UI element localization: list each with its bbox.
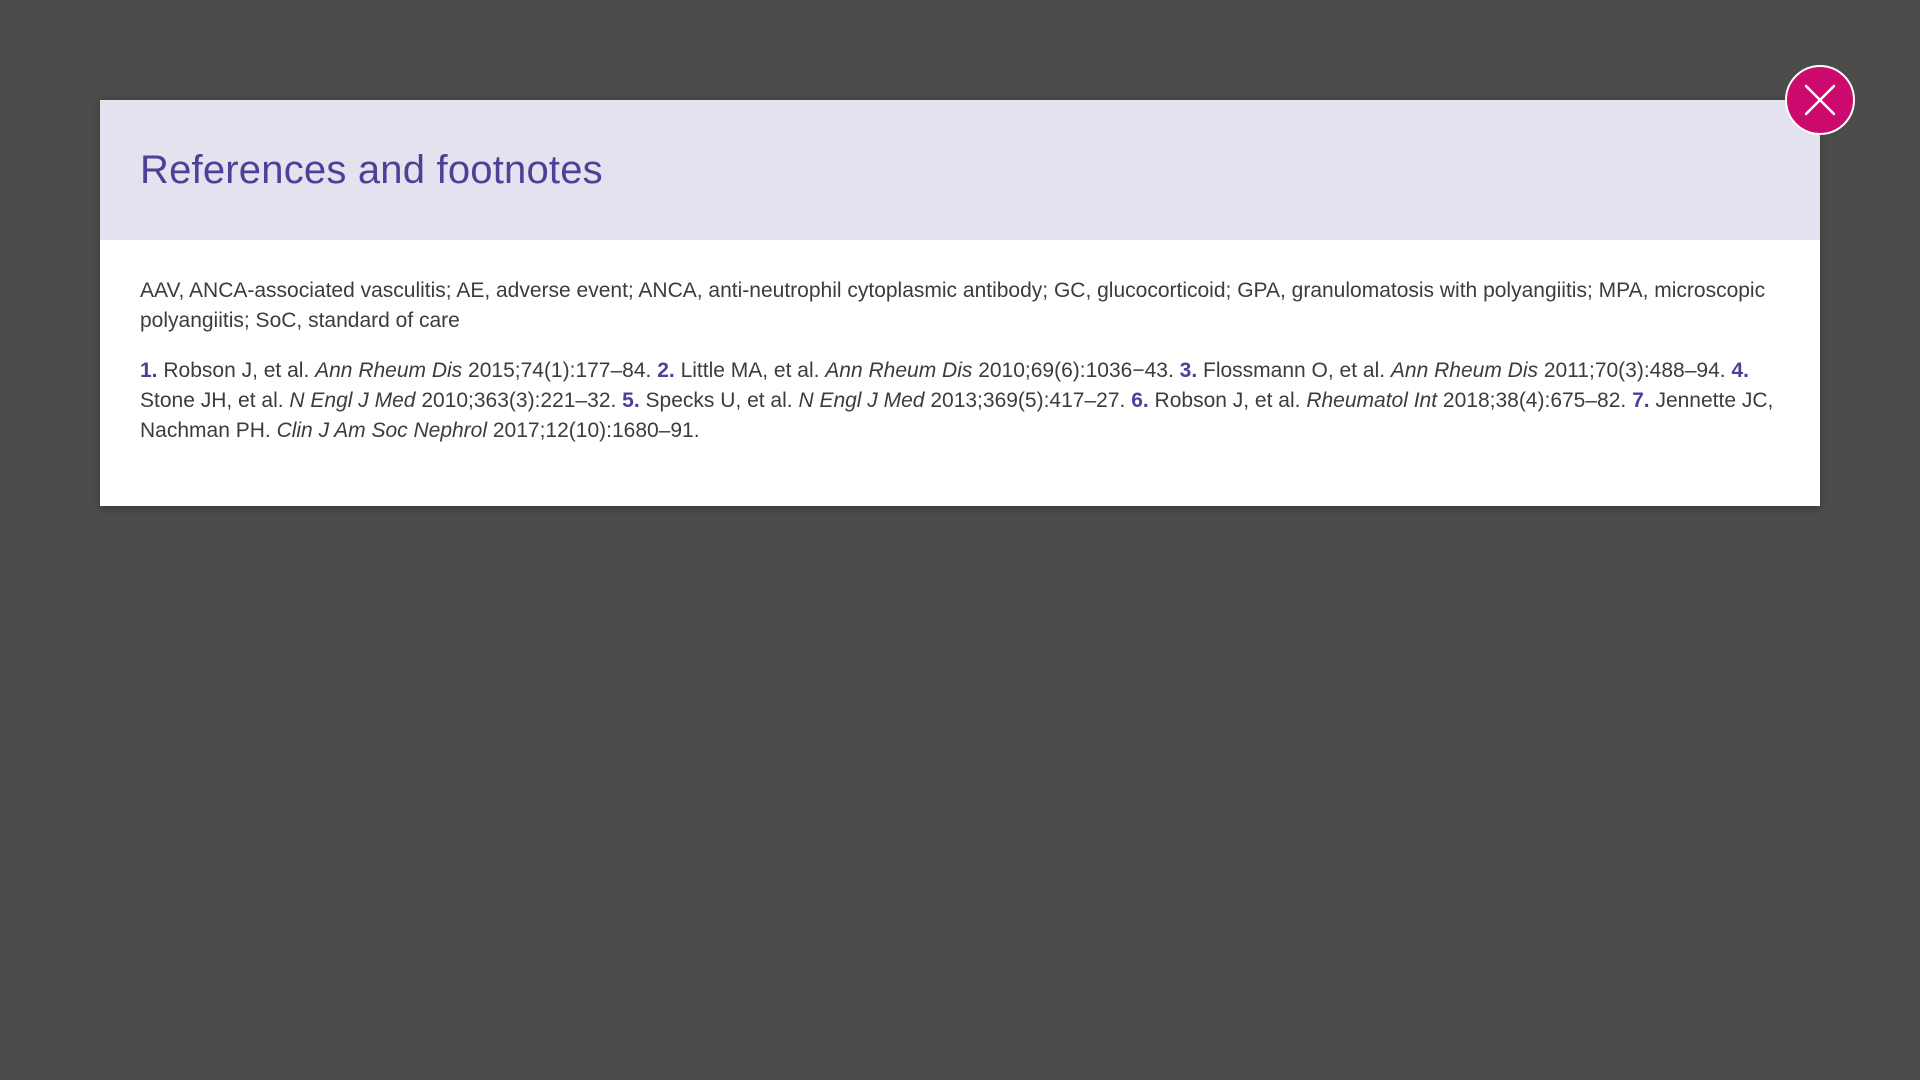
reference-authors: Stone JH, et al. (140, 389, 284, 412)
reference-authors: Robson J, et al. (163, 359, 310, 382)
reference-citation: 2013;369(5):417–27. (930, 389, 1126, 412)
reference-item: 1. Robson J, et al. Ann Rheum Dis 2015;7… (140, 359, 651, 382)
modal-body: AAV, ANCA-associated vasculitis; AE, adv… (100, 240, 1820, 506)
reference-authors: Little MA, et al. (680, 359, 820, 382)
reference-item: 2. Little MA, et al. Ann Rheum Dis 2010;… (657, 359, 1174, 382)
reference-authors: Robson J, et al. (1154, 389, 1301, 412)
reference-number: 1. (140, 359, 158, 382)
reference-journal: N Engl J Med (289, 389, 416, 412)
reference-number: 6. (1131, 389, 1149, 412)
reference-journal: Ann Rheum Dis (825, 359, 973, 382)
modal-title: References and footnotes (140, 147, 603, 192)
reference-item: 5. Specks U, et al. N Engl J Med 2013;36… (622, 389, 1125, 412)
reference-authors: Flossmann O, et al. (1203, 359, 1386, 382)
reference-item: 6. Robson J, et al. Rheumatol Int 2018;3… (1131, 389, 1626, 412)
reference-journal: N Engl J Med (798, 389, 925, 412)
reference-citation: 2011;70(3):488–94. (1543, 359, 1726, 382)
modal-header: References and footnotes (100, 100, 1820, 240)
reference-journal: Rheumatol Int (1306, 389, 1438, 412)
reference-number: 3. (1179, 359, 1198, 382)
references-modal: References and footnotes AAV, ANCA-assoc… (100, 100, 1820, 506)
reference-citation: 2017;12(10):1680–91. (492, 419, 700, 442)
reference-citation: 2010;69(6):1036−43. (978, 359, 1174, 382)
reference-citation: 2018;38(4):675–82. (1442, 389, 1627, 412)
reference-number: 5. (622, 389, 640, 412)
reference-number: 4. (1731, 359, 1749, 382)
reference-number: 2. (657, 359, 675, 382)
reference-authors: Specks U, et al. (645, 389, 793, 412)
reference-journal: Clin J Am Soc Nephrol (276, 419, 488, 442)
close-icon (1804, 84, 1836, 116)
abbreviations-text: AAV, ANCA-associated vasculitis; AE, adv… (140, 279, 1766, 332)
reference-citation: 2010;363(3):221–32. (421, 389, 617, 412)
reference-citation: 2015;74(1):177–84. (468, 359, 652, 382)
references-list: 1. Robson J, et al. Ann Rheum Dis 2015;7… (140, 356, 1780, 446)
reference-item: 3. Flossmann O, et al. Ann Rheum Dis 201… (1180, 359, 1726, 382)
reference-journal: Ann Rheum Dis (315, 359, 463, 382)
reference-number: 7. (1632, 389, 1650, 412)
close-button[interactable] (1785, 65, 1855, 135)
reference-journal: Ann Rheum Dis (1390, 359, 1538, 382)
